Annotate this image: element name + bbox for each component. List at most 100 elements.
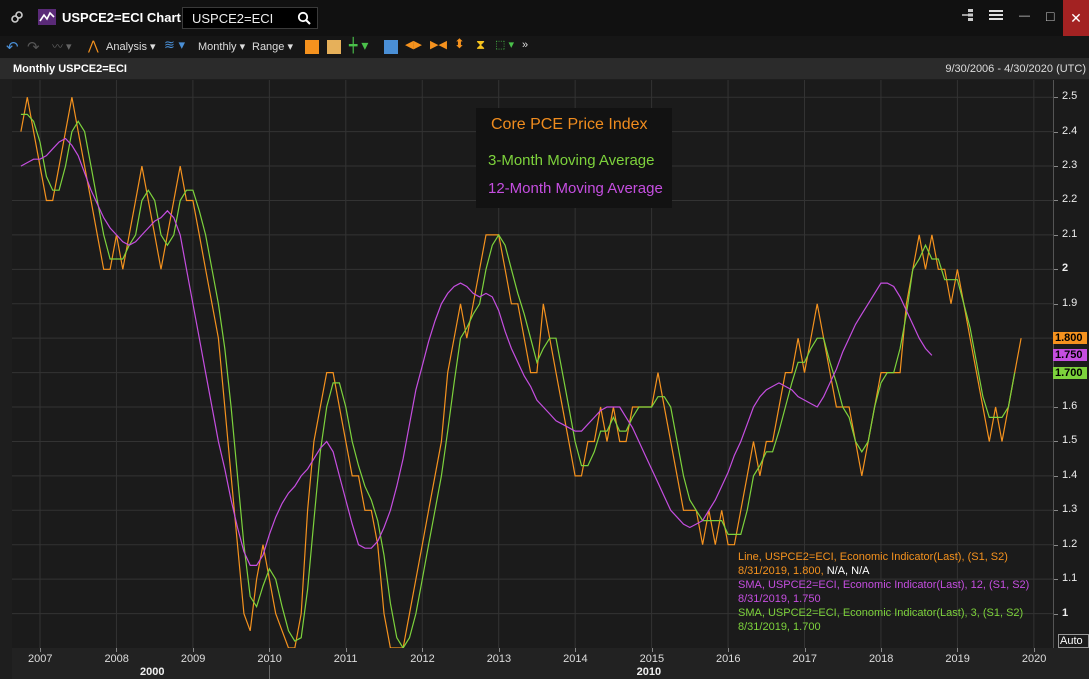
y-tick-mark bbox=[1054, 407, 1058, 409]
x-tick-label: 2019 bbox=[945, 653, 970, 665]
chart-title: Monthly USPCE2=ECI bbox=[13, 63, 127, 75]
x-decade-label: 2000 bbox=[140, 666, 165, 678]
x-tick-mark bbox=[957, 648, 959, 652]
y-tick-mark bbox=[1054, 475, 1058, 477]
decade-separator bbox=[269, 665, 271, 679]
y-tick-mark bbox=[1054, 234, 1058, 236]
search-icon[interactable] bbox=[297, 11, 311, 28]
auto-scale-button[interactable]: Auto bbox=[1058, 634, 1089, 648]
expand-icon[interactable]: ⬍ bbox=[454, 36, 465, 52]
last-value-sma3: 1.700 bbox=[1053, 366, 1087, 379]
title-bar: USPCE2=ECI Chart USPCE2=ECI — □ ✕ bbox=[0, 0, 1089, 37]
y-tick-label: 2.5 bbox=[1062, 90, 1078, 103]
search-input[interactable]: USPCE2=ECI bbox=[182, 7, 318, 29]
zoom-icon[interactable] bbox=[384, 40, 398, 54]
x-tick-mark bbox=[116, 648, 118, 652]
x-tick-mark bbox=[1033, 648, 1035, 652]
undo-icon[interactable]: ↶ bbox=[6, 38, 19, 56]
x-tick-mark bbox=[269, 648, 271, 652]
x-tick-mark bbox=[651, 648, 653, 652]
analysis-icon[interactable]: ⋀ bbox=[88, 38, 99, 54]
pan-right-icon[interactable]: ▶◀ bbox=[430, 38, 447, 51]
x-tick-label: 2016 bbox=[716, 653, 741, 665]
info-line-2: SMA, USPCE2=ECI, Economic Indicator(Last… bbox=[738, 579, 1030, 591]
redo-icon[interactable]: ↷ bbox=[27, 38, 40, 56]
line-style-icon[interactable]: 〰 ▾ bbox=[52, 38, 72, 54]
link-icon[interactable] bbox=[10, 10, 24, 29]
overlay-icon[interactable] bbox=[327, 40, 341, 54]
info-line-3-value: 8/31/2019, 1.700 bbox=[738, 621, 821, 633]
x-tick-label: 2014 bbox=[563, 653, 588, 665]
waves-icon[interactable]: ≋ ▾ bbox=[164, 37, 185, 53]
y-tick-mark bbox=[1054, 303, 1058, 305]
x-tick-label: 2020 bbox=[1021, 653, 1047, 665]
chart-toolbar: ↶ ↷ 〰 ▾ ⋀ Analysis ▾ ≋ ▾ Monthly ▾ Range… bbox=[0, 36, 1089, 59]
y-tick-label: 1.1 bbox=[1062, 572, 1078, 585]
x-tick-mark bbox=[575, 648, 577, 652]
y-tick-mark bbox=[1054, 579, 1058, 581]
info-line-1: Line, USPCE2=ECI, Economic Indicator(Las… bbox=[738, 551, 1008, 563]
x-tick-mark bbox=[192, 648, 194, 652]
close-button[interactable]: ✕ bbox=[1063, 0, 1089, 36]
interval-menu[interactable]: Monthly ▾ bbox=[198, 40, 245, 53]
range-menu[interactable]: Range ▾ bbox=[252, 40, 293, 53]
analysis-menu[interactable]: Analysis ▾ bbox=[106, 40, 156, 53]
y-tick-mark bbox=[1054, 131, 1058, 133]
chart-type-icon[interactable] bbox=[305, 40, 319, 54]
x-tick-label: 2017 bbox=[792, 653, 817, 665]
x-tick-mark bbox=[804, 648, 806, 652]
more-icon[interactable]: » bbox=[522, 39, 528, 51]
y-tick-label: 1.2 bbox=[1062, 537, 1078, 550]
menu-icon[interactable] bbox=[989, 8, 1003, 25]
maximize-button[interactable]: □ bbox=[1046, 8, 1054, 24]
x-tick-label: 2013 bbox=[486, 653, 512, 665]
x-tick-label: 2008 bbox=[104, 653, 129, 665]
x-tick-mark bbox=[40, 648, 41, 652]
x-tick-mark bbox=[498, 648, 500, 652]
legend-title: Core PCE Price Index bbox=[491, 116, 648, 133]
chart-app-icon bbox=[38, 9, 56, 30]
x-axis: 2007 2008 2009 2010 2011 2012 2013 2014 2015 2016… bbox=[12, 648, 1089, 679]
last-value-line: 1.800 bbox=[1053, 332, 1087, 345]
x-tick-label: 2015 bbox=[639, 653, 665, 665]
y-tick-label: 1.4 bbox=[1062, 468, 1078, 481]
y-tick-label: 1.3 bbox=[1062, 503, 1078, 516]
hourglass-icon[interactable]: ⧗ bbox=[476, 37, 485, 53]
y-tick-label: 1.5 bbox=[1062, 434, 1078, 447]
y-tick-label: 1.6 bbox=[1062, 400, 1078, 413]
x-tick-label: 2007 bbox=[28, 653, 53, 665]
y-tick-label: 1.9 bbox=[1062, 296, 1078, 309]
x-tick-mark bbox=[422, 648, 424, 652]
x-tick-mark bbox=[880, 648, 882, 652]
y-tick-label: 1 bbox=[1062, 606, 1069, 619]
window-title: USPCE2=ECI Chart bbox=[62, 10, 181, 25]
chart-legend: Core PCE Price Index 3-Month Moving Aver… bbox=[476, 108, 672, 208]
y-tick-label: 2.1 bbox=[1062, 227, 1078, 240]
x-tick-mark bbox=[345, 648, 347, 652]
tree-icon[interactable] bbox=[960, 8, 974, 25]
x-tick-label: 2018 bbox=[868, 653, 894, 665]
minimize-button[interactable]: — bbox=[1019, 10, 1030, 22]
y-tick-mark bbox=[1054, 200, 1058, 202]
x-tick-label: 2010 bbox=[257, 653, 282, 665]
y-tick-mark bbox=[1054, 613, 1058, 615]
x-tick-label: 2012 bbox=[410, 653, 435, 665]
last-value-sma12: 1.750 bbox=[1053, 349, 1087, 362]
legend-ma12: 12-Month Moving Average bbox=[488, 180, 663, 197]
x-decade-label: 2010 bbox=[636, 666, 662, 678]
x-tick-mark bbox=[728, 648, 730, 652]
y-axis: 11.11.21.31.41.51.61.71.81.922.12.22.32.… bbox=[1053, 80, 1089, 648]
y-tick-mark bbox=[1054, 166, 1058, 168]
info-line-1-value: 8/31/2019, 1.800, N/A, N/A bbox=[738, 565, 870, 577]
y-tick-label: 2 bbox=[1062, 262, 1069, 275]
x-tick-label: 2009 bbox=[180, 653, 206, 665]
info-line-3: SMA, USPCE2=ECI, Economic Indicator(Last… bbox=[738, 607, 1024, 619]
y-tick-mark bbox=[1054, 97, 1058, 99]
y-tick-label: 2.3 bbox=[1062, 159, 1078, 172]
select-icon[interactable]: ⬚ ▾ bbox=[495, 38, 514, 51]
crosshair-icon[interactable]: ┿ ▾ bbox=[349, 37, 368, 54]
legend-ma3: 3-Month Moving Average bbox=[488, 152, 655, 169]
y-tick-mark bbox=[1054, 510, 1058, 512]
y-tick-label: 2.2 bbox=[1062, 193, 1078, 206]
pan-left-icon[interactable]: ◀▶ bbox=[405, 38, 422, 51]
